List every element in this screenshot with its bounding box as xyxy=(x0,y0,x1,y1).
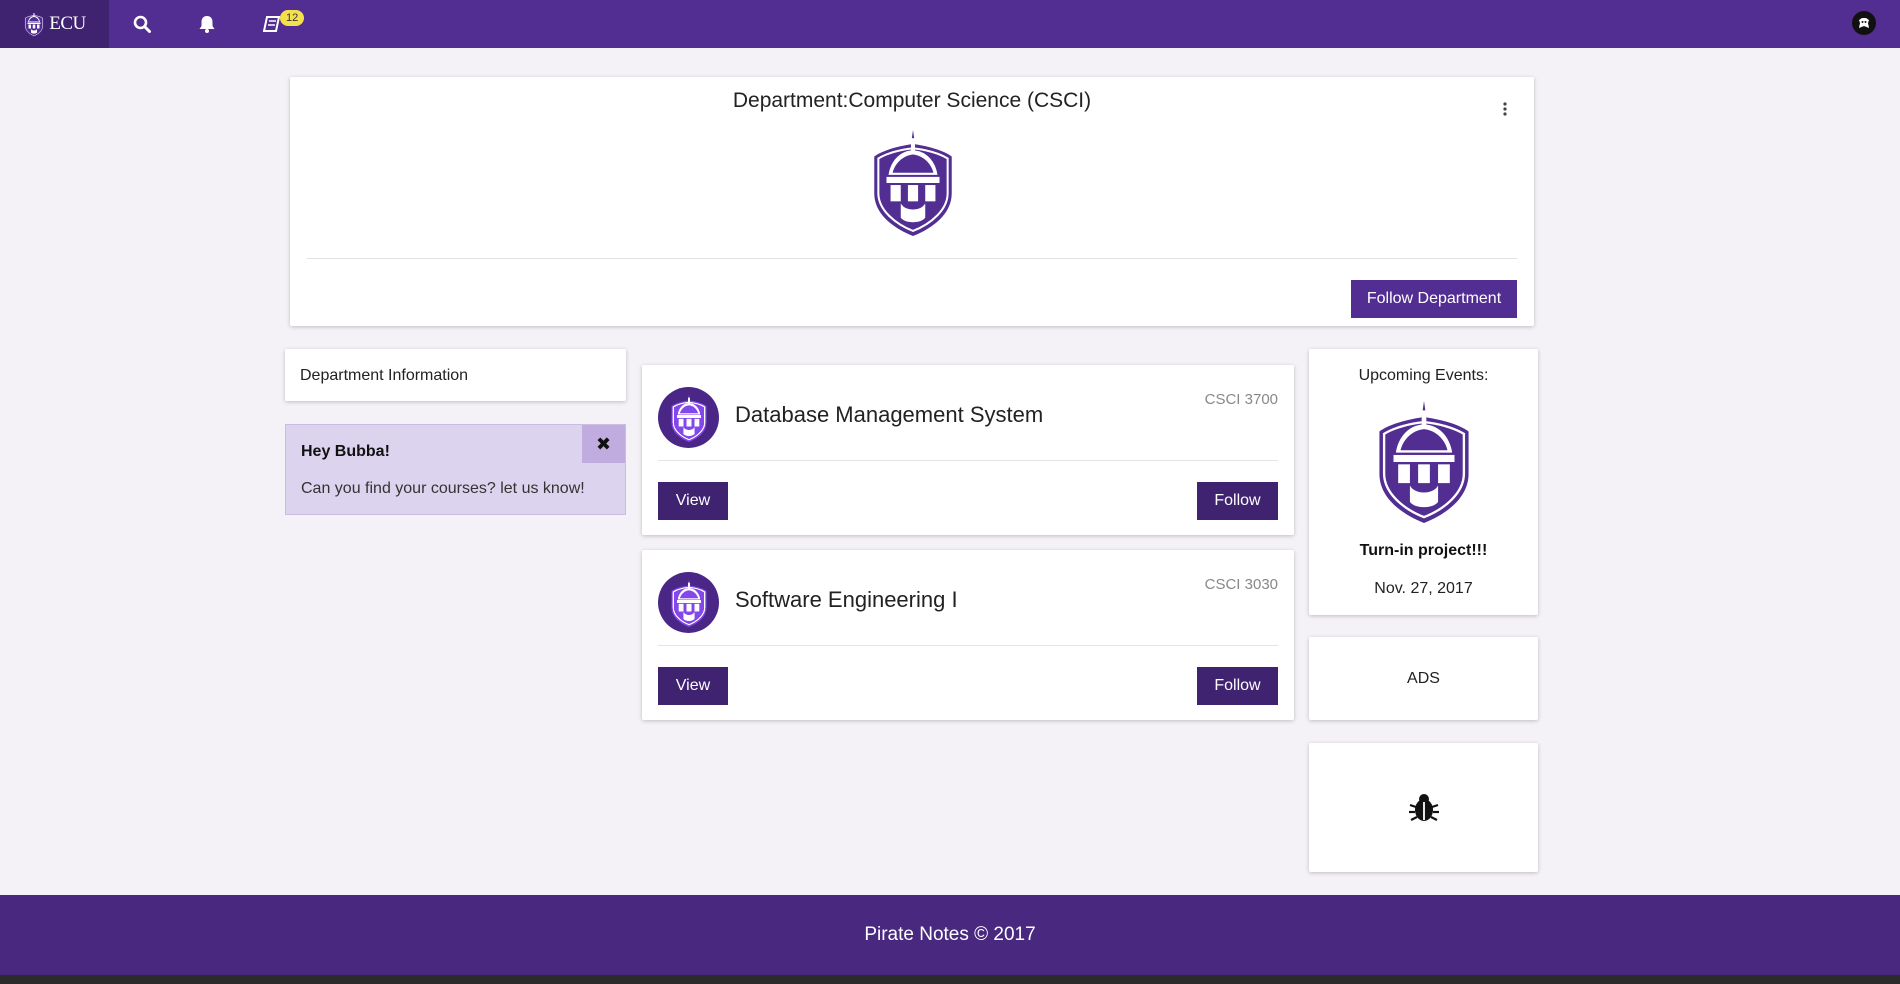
ads-label: ADS xyxy=(1407,669,1440,687)
course-card: Software Engineering I CSCI 3030 View Fo… xyxy=(642,550,1294,720)
course-code: CSCI 3700 xyxy=(1204,391,1278,408)
course-code: CSCI 3030 xyxy=(1204,576,1278,593)
ecu-shield-icon xyxy=(23,11,45,37)
course-name: Database Management System xyxy=(735,402,1044,427)
department-header-card: Department:Computer Science (CSCI) Follo… xyxy=(290,77,1534,326)
ecu-shield-icon xyxy=(670,579,708,627)
divider xyxy=(658,645,1278,646)
footer-text: Pirate Notes © 2017 xyxy=(864,924,1036,945)
divider xyxy=(307,258,1517,259)
bell-icon xyxy=(199,16,214,33)
courses-count-badge: 12 xyxy=(280,10,305,26)
department-information-link[interactable]: Department Information xyxy=(285,349,626,401)
user-avatar-icon[interactable] xyxy=(1852,11,1876,35)
bug-report-card[interactable] xyxy=(1309,743,1538,872)
divider xyxy=(658,460,1278,461)
welcome-alert: Hey Bubba! Can you find your courses? le… xyxy=(285,424,626,515)
book-icon xyxy=(262,16,280,32)
brand-text: ECU xyxy=(49,13,86,34)
courses-button[interactable]: 12 xyxy=(239,0,305,48)
course-name: Software Engineering I xyxy=(735,587,958,612)
more-options-icon[interactable] xyxy=(1502,101,1508,117)
course-avatar xyxy=(658,572,719,633)
view-course-button[interactable]: View xyxy=(658,667,728,705)
bottom-bar xyxy=(0,975,1900,984)
follow-course-button[interactable]: Follow xyxy=(1197,667,1278,705)
follow-course-button[interactable]: Follow xyxy=(1197,482,1278,520)
search-button[interactable] xyxy=(109,0,174,48)
close-icon[interactable]: ✖ xyxy=(582,425,625,463)
events-title: Upcoming Events: xyxy=(1358,367,1489,384)
bug-icon xyxy=(1408,793,1439,821)
search-icon xyxy=(133,15,151,33)
pirate-avatar-icon xyxy=(1859,18,1869,28)
ads-card: ADS xyxy=(1309,637,1538,720)
upcoming-events-card: Upcoming Events: Turn-in project!!! Nov.… xyxy=(1309,349,1538,615)
alert-title: Hey Bubba! xyxy=(301,443,390,460)
footer: Pirate Notes © 2017 xyxy=(0,895,1900,975)
top-navbar: ECU 12 xyxy=(0,0,1900,48)
ecu-shield-icon xyxy=(670,394,708,442)
view-course-button[interactable]: View xyxy=(658,482,728,520)
page-title: Department:Computer Science (CSCI) xyxy=(732,89,1092,112)
ecu-logo-link[interactable]: ECU xyxy=(0,0,109,48)
event-date: Nov. 27, 2017 xyxy=(1374,580,1473,597)
alert-text: Can you find your courses? let us know! xyxy=(301,480,585,497)
course-avatar xyxy=(658,387,719,448)
department-logo xyxy=(872,130,954,236)
notifications-button[interactable] xyxy=(174,0,239,48)
event-name[interactable]: Turn-in project!!! xyxy=(1309,542,1538,560)
event-logo xyxy=(1377,401,1471,523)
course-card: Database Management System CSCI 3700 Vie… xyxy=(642,365,1294,535)
follow-department-button[interactable]: Follow Department xyxy=(1351,280,1517,318)
